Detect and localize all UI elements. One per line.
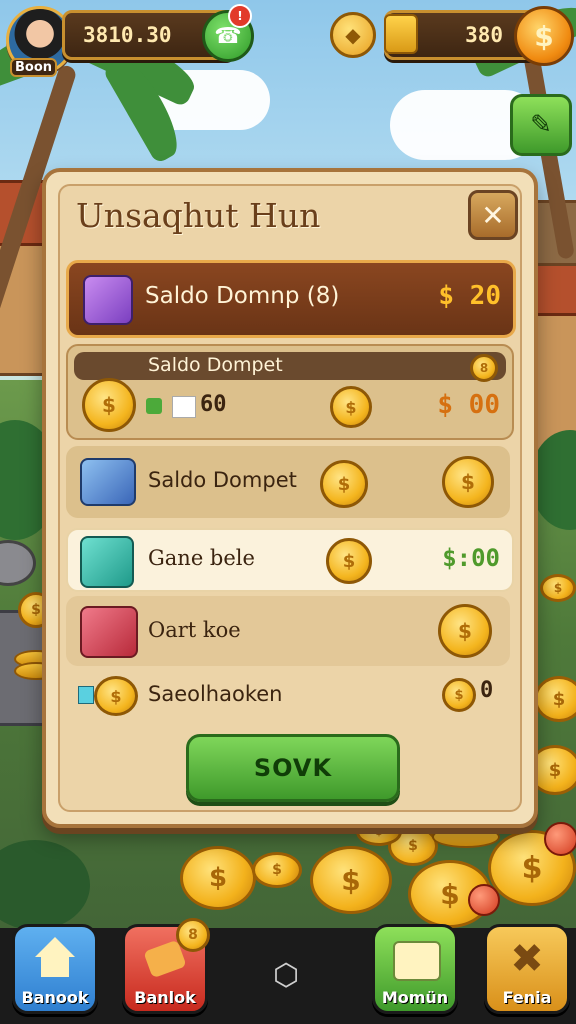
wallet-row[interactable]: Saldo Dompet $ $ [66,446,510,518]
coin-decor: $ [310,846,392,914]
coin-icon: $ [442,678,476,712]
coin-icon: $ [326,538,372,584]
row-label: Oart koe [148,618,241,642]
wallet-row[interactable]: $ Saeolhaoken $ 0 [66,672,510,718]
nav-label: Momün [381,988,449,1007]
player-name: Boon [10,58,58,77]
wallet-dialog: Unsaqhut Hun ✕ Saldo Domnp (8) $ 20 Sald… [42,168,538,828]
chest-icon [80,458,136,506]
edit-button[interactable]: ✎ [510,94,572,156]
alert-badge: ! [228,4,252,28]
confirm-button[interactable]: SOVK [186,734,400,802]
coin-icon: $ [438,604,492,658]
pencil-icon: ✎ [530,110,552,140]
home-icon-body [41,957,69,977]
wallet-row-main[interactable]: Saldo Domnp (8) $ 20 [66,260,516,338]
row-label: Gane bele [148,546,255,570]
row-value: $:00 [442,544,500,572]
row-value: $ 20 [438,281,501,311]
close-icon: ✕ [481,198,505,232]
right-currency-value: 380 [465,23,503,47]
balance-value: 3810.30 [83,23,172,47]
wallet-row[interactable]: Oart koe $ [66,596,510,666]
row-sub-value: 60 [200,392,227,417]
nav-settings-button[interactable]: ✖ Fenia [484,924,570,1014]
nav-label: Banook [21,988,89,1007]
hexagon-icon[interactable]: ⬡ [272,961,300,991]
wallet-row[interactable]: Saldo Dompet 8 $ 60 $ $ 00 [66,344,514,440]
gem-icon [78,686,94,704]
row-label: Saeolhaoken [148,682,283,706]
nav-menu-button[interactable]: Momün [372,924,458,1014]
home-icon [35,937,75,957]
row-label: Saldo Dompet [148,468,297,492]
coin-decor: $ [540,574,576,602]
nav-label: Banlok [134,988,196,1007]
card-icon [83,275,133,325]
close-button[interactable]: ✕ [468,190,518,240]
gem-ball [468,884,500,916]
row-label: Saldo Domnp (8) [145,283,340,309]
treasure-chest-icon [80,606,138,658]
box-icon [172,396,196,418]
row-badge: 8 [470,354,498,382]
coin-card-icon [80,536,134,588]
row-value: 0 [480,678,494,703]
coin-icon: $ [534,19,554,53]
coin-stack [432,826,500,848]
coin-icon: $ [82,378,136,432]
row-label: Saldo Dompet [148,354,283,376]
nav-label: Fenia [502,988,552,1007]
dialog-title: Unsaqhut Hun [76,196,321,235]
coin-decor: $ [534,676,576,722]
coin-decor: $ [252,852,302,888]
gold-bar-icon [384,14,418,54]
folder-icon [393,941,441,981]
nav-badge: 8 [176,918,210,952]
row-value: $ 00 [437,390,500,420]
coin-icon: $ [442,456,494,508]
gem-icon[interactable]: ◆ [330,12,376,58]
gem-icon [146,398,162,414]
wallet-row-highlighted[interactable]: Gane bele $ $:00 [66,528,514,592]
coin-icon: $ [330,386,372,428]
row-header-bar [74,352,506,380]
coin-stack-icon: $ [94,676,138,716]
coin-icon: $ [320,460,368,508]
coin-decor: $ [180,846,256,910]
crossed-tools-icon: ✖ [510,936,544,982]
gem-ball [544,822,576,856]
nav-home-button[interactable]: Banook [12,924,98,1014]
add-coins-button[interactable]: $ [514,6,574,66]
